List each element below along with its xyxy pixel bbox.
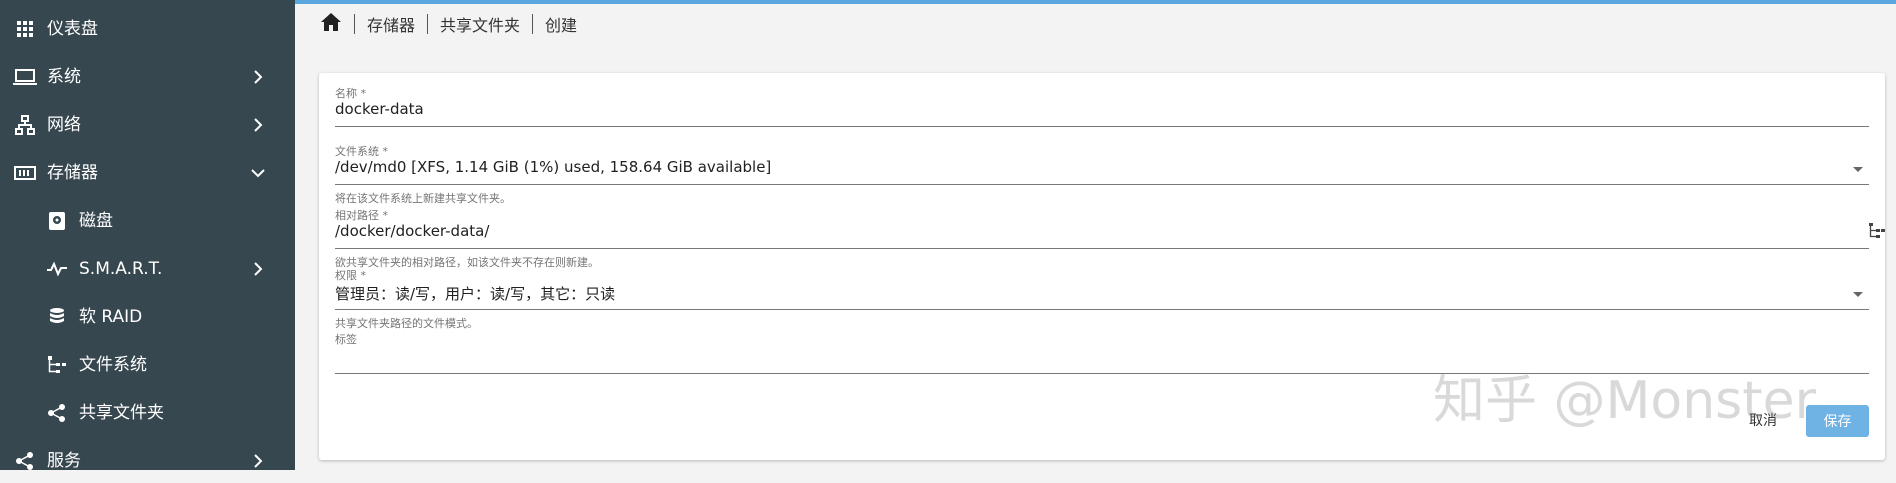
chevron-right-icon xyxy=(254,454,263,468)
sidebar-item-filesystems[interactable]: 文件系统 xyxy=(0,343,295,387)
chevron-right-icon xyxy=(254,70,263,84)
name-label: 名称 * xyxy=(335,87,366,100)
sidebar-item-label: 网络 xyxy=(47,115,81,135)
breadcrumb-separator xyxy=(427,14,429,34)
breadcrumb-create: 创建 xyxy=(545,16,578,35)
database-icon xyxy=(44,304,70,330)
filesystem-value[interactable]: /dev/md0 [XFS, 1.14 GiB (1%) used, 158.6… xyxy=(335,158,771,176)
storage-icon xyxy=(12,160,38,186)
file-tree-icon xyxy=(44,352,70,378)
sidebar-item-system[interactable]: 系统 xyxy=(0,55,295,99)
sidebar-item-label: 仪表盘 xyxy=(47,19,98,39)
breadcrumb-storage[interactable]: 存储器 xyxy=(367,12,415,36)
network-icon xyxy=(12,112,38,138)
watermark: 知乎 @Monster xyxy=(1433,371,1817,431)
share-icon xyxy=(12,448,38,474)
sidebar-item-label: 系统 xyxy=(47,67,81,87)
sidebar-item-label: 文件系统 xyxy=(79,355,147,375)
name-field[interactable]: 名称 * docker-data xyxy=(335,85,1869,127)
relative-path-input[interactable]: /docker/docker-data/ xyxy=(335,222,489,240)
sidebar-item-services[interactable]: 服务 xyxy=(0,439,295,483)
name-underline xyxy=(335,126,1869,127)
sidebar: 仪表盘 系统 网络 存储器 磁盘 S.M.A.R.T. 软 RAID 文件系统 … xyxy=(0,0,295,471)
chevron-down-icon xyxy=(251,169,265,178)
dropdown-arrow-icon[interactable] xyxy=(1853,292,1863,297)
chevron-right-icon xyxy=(254,118,263,132)
breadcrumb: 存储器 共享文件夹 创建 xyxy=(320,12,577,36)
dashboard-grid-icon xyxy=(12,16,38,42)
filesystem-select[interactable]: 文件系统 * /dev/md0 [XFS, 1.14 GiB (1%) used… xyxy=(335,143,1869,205)
filesystem-hint: 将在该文件系统上新建共享文件夹。 xyxy=(335,192,511,205)
breadcrumb-separator xyxy=(532,14,534,34)
filesystem-underline xyxy=(335,184,1869,185)
share-icon xyxy=(44,400,70,426)
sidebar-item-shared-folders[interactable]: 共享文件夹 xyxy=(0,391,295,435)
relative-path-field[interactable]: 相对路径 * /docker/docker-data/ 欲共享文件夹的相对路径，… xyxy=(335,207,1885,269)
sidebar-item-raid[interactable]: 软 RAID xyxy=(0,295,295,339)
breadcrumb-separator xyxy=(354,14,355,34)
sidebar-item-smart[interactable]: S.M.A.R.T. xyxy=(0,247,295,291)
home-icon[interactable] xyxy=(320,12,342,36)
name-input[interactable]: docker-data xyxy=(335,100,424,118)
sidebar-item-label: 软 RAID xyxy=(79,307,143,327)
sidebar-item-label: 磁盘 xyxy=(79,211,113,231)
sidebar-item-label: 服务 xyxy=(47,451,81,471)
filesystem-label: 文件系统 * xyxy=(335,145,388,158)
chevron-right-icon xyxy=(254,262,263,276)
tags-label: 标签 xyxy=(335,333,357,346)
disk-icon xyxy=(44,208,70,234)
breadcrumb-shared-folders[interactable]: 共享文件夹 xyxy=(440,12,520,36)
dropdown-arrow-icon[interactable] xyxy=(1853,167,1863,172)
relative-path-label: 相对路径 * xyxy=(335,209,388,222)
relative-path-underline xyxy=(335,248,1869,249)
laptop-icon xyxy=(12,64,38,90)
sidebar-item-label: S.M.A.R.T. xyxy=(79,259,163,279)
folder-tree-icon[interactable] xyxy=(1869,223,1885,243)
sidebar-item-storage[interactable]: 存储器 xyxy=(0,151,295,195)
permissions-hint: 共享文件夹路径的文件模式。 xyxy=(335,317,478,330)
permissions-label: 权限 * xyxy=(335,269,366,282)
sidebar-item-disks[interactable]: 磁盘 xyxy=(0,199,295,243)
sidebar-item-dashboard[interactable]: 仪表盘 xyxy=(0,7,295,51)
sidebar-item-network[interactable]: 网络 xyxy=(0,103,295,147)
sidebar-item-label: 共享文件夹 xyxy=(79,403,164,423)
permissions-value[interactable]: 管理员：读/写，用户：读/写，其它：只读 xyxy=(335,283,615,304)
pulse-icon xyxy=(44,256,70,282)
permissions-select[interactable]: 权限 * 管理员：读/写，用户：读/写，其它：只读 共享文件夹路径的文件模式。 xyxy=(335,267,1869,330)
top-accent-bar xyxy=(295,0,1896,4)
sidebar-item-label: 存储器 xyxy=(47,163,98,183)
permissions-underline xyxy=(335,309,1869,310)
